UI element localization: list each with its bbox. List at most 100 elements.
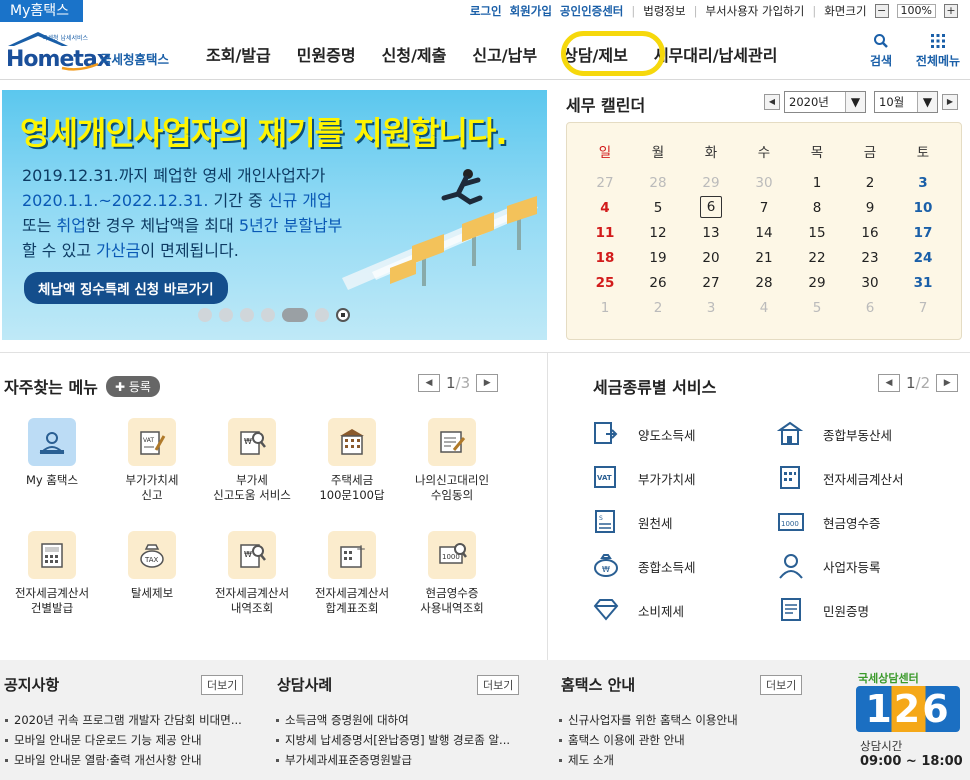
calendar-day[interactable]: 28 xyxy=(744,275,784,291)
slide-pause-button[interactable] xyxy=(336,308,350,322)
tax-service-item[interactable]: 소비제세 xyxy=(592,596,684,624)
calendar-day[interactable]: 20 xyxy=(691,250,731,266)
my-hometax-tab[interactable]: My홈택스 xyxy=(0,0,83,22)
calendar-day[interactable]: 7 xyxy=(903,300,943,316)
calendar-day[interactable]: 26 xyxy=(638,275,678,291)
calendar-day[interactable]: 19 xyxy=(638,250,678,266)
month-select[interactable]: 10월 ▼ xyxy=(874,91,938,113)
tax-service-item[interactable]: 전자세금계산서 xyxy=(777,464,904,492)
zoom-in-button[interactable]: + xyxy=(944,4,958,18)
calendar-day[interactable]: 27 xyxy=(585,175,625,191)
year-select[interactable]: 2020년 ▼ xyxy=(784,91,866,113)
favorite-menu-item[interactable]: 나의신고대리인 수임동의 xyxy=(402,418,502,503)
calendar-day[interactable]: 17 xyxy=(903,225,943,241)
consult-center-126[interactable]: 국세상담센터 126 상담시간 09:00 ~ 18:00 xyxy=(852,668,970,778)
notice-more-button[interactable]: 더보기 xyxy=(201,675,244,695)
login-link[interactable]: 로그인 xyxy=(470,3,502,19)
calendar-day[interactable]: 24 xyxy=(903,250,943,266)
calendar-day[interactable]: 18 xyxy=(585,250,625,266)
zoom-out-button[interactable]: − xyxy=(874,4,889,18)
slide-dot[interactable] xyxy=(198,308,212,322)
calendar-day[interactable]: 2 xyxy=(850,175,890,191)
favorite-menu-item[interactable]: 전자세금계산서 건별발급 xyxy=(2,531,102,616)
calendar-day[interactable]: 7 xyxy=(744,200,784,216)
calendar-day[interactable]: 25 xyxy=(585,275,625,291)
tax-service-item[interactable]: 1000 현금영수증 xyxy=(777,508,881,536)
signup-link[interactable]: 회원가입 xyxy=(510,3,552,19)
notice-item[interactable]: 모바일 안내문 열람·출력 개선사항 안내 xyxy=(4,750,244,770)
calendar-day[interactable]: 14 xyxy=(744,225,784,241)
favorite-menu-item[interactable]: 주택세금 100문100답 xyxy=(302,418,402,503)
notice-item[interactable]: 모바일 안내문 다운로드 기능 제공 안내 xyxy=(4,730,244,750)
favorites-prev-button[interactable]: ◀ xyxy=(418,374,440,392)
search-button[interactable]: 검색 xyxy=(864,33,898,69)
calendar-day[interactable]: 27 xyxy=(691,275,731,291)
all-menu-button[interactable]: 전체메뉴 xyxy=(910,33,966,69)
calendar-day[interactable]: 23 xyxy=(850,250,890,266)
calendar-day[interactable]: 30 xyxy=(744,175,784,191)
promo-banner[interactable]: 영세개인사업자의 재기를 지원합니다. 2019.12.31.까지 폐업한 영세… xyxy=(2,90,547,340)
banner-cta-button[interactable]: 체납액 징수특례 신청 바로가기 xyxy=(24,272,228,304)
consult-item[interactable]: 부가세과세표준증명원발급 xyxy=(275,750,525,770)
favorite-menu-item[interactable]: ₩ 부가세 신고도움 서비스 xyxy=(202,418,302,503)
favorite-menu-item[interactable]: VAT 부가가치세 신고 xyxy=(102,418,202,503)
guide-more-button[interactable]: 더보기 xyxy=(760,675,803,695)
calendar-day[interactable]: 5 xyxy=(797,300,837,316)
tax-service-item[interactable]: VAT 부가가치세 xyxy=(592,464,696,492)
guide-item[interactable]: 제도 소개 xyxy=(558,750,808,770)
tax-service-item[interactable]: 민원증명 xyxy=(777,596,869,624)
nav-report-pay[interactable]: 신고/납부 xyxy=(472,42,537,66)
hometax-logo[interactable]: 국세청 납세서비스 Hometax 국세청홈택스 xyxy=(4,30,184,74)
calendar-day[interactable]: 31 xyxy=(903,275,943,291)
nav-inquiry-issue[interactable]: 조회/발급 xyxy=(206,42,271,66)
favorite-menu-item[interactable]: My 홈택스 xyxy=(2,418,102,488)
slide-dot-active[interactable] xyxy=(282,308,308,322)
calendar-day[interactable]: 4 xyxy=(744,300,784,316)
calendar-day[interactable]: 4 xyxy=(585,200,625,216)
prev-month-button[interactable]: ◀ xyxy=(764,94,780,110)
calendar-day[interactable]: 28 xyxy=(638,175,678,191)
calendar-day[interactable]: 10 xyxy=(903,200,943,216)
tax-service-item[interactable]: ₩ 종합소득세 xyxy=(592,552,696,580)
cert-center-link[interactable]: 공인인증센터 xyxy=(560,3,623,19)
tax-services-next-button[interactable]: ▶ xyxy=(936,374,959,392)
calendar-day[interactable]: 6 xyxy=(691,196,731,218)
guide-item[interactable]: 홈택스 이용에 관한 안내 xyxy=(558,730,808,750)
calendar-day[interactable]: 29 xyxy=(797,275,837,291)
law-info-link[interactable]: 법령정보 xyxy=(643,3,685,19)
favorites-next-button[interactable]: ▶ xyxy=(476,374,499,392)
calendar-day[interactable]: 13 xyxy=(691,225,731,241)
calendar-day[interactable]: 1 xyxy=(585,300,625,316)
next-month-button[interactable]: ▶ xyxy=(942,94,958,110)
calendar-day[interactable]: 21 xyxy=(744,250,784,266)
calendar-day[interactable]: 15 xyxy=(797,225,837,241)
calendar-today[interactable]: 6 xyxy=(700,196,722,218)
calendar-day[interactable]: 22 xyxy=(797,250,837,266)
calendar-day[interactable]: 8 xyxy=(797,200,837,216)
calendar-day[interactable]: 5 xyxy=(638,200,678,216)
calendar-day[interactable]: 2 xyxy=(638,300,678,316)
favorite-menu-item[interactable]: TAX 탈세제보 xyxy=(102,531,202,601)
calendar-day[interactable]: 9 xyxy=(850,200,890,216)
guide-item[interactable]: 신규사업자를 위한 홈택스 이용안내 xyxy=(558,710,808,730)
favorites-register-button[interactable]: ✚ 등록 xyxy=(106,376,160,397)
tax-service-item[interactable]: 종합부동산세 xyxy=(777,420,892,448)
calendar-day[interactable]: 6 xyxy=(850,300,890,316)
slide-dot[interactable] xyxy=(261,308,275,322)
consult-item[interactable]: 지방세 납세증명서[완납증명] 발행 경로좀 알... xyxy=(275,730,525,750)
calendar-day[interactable]: 29 xyxy=(691,175,731,191)
calendar-day[interactable]: 3 xyxy=(903,175,943,191)
consult-item[interactable]: 소득금액 증명원에 대하여 xyxy=(275,710,525,730)
favorite-menu-item[interactable]: 1000 현금영수증 사용내역조회 xyxy=(402,531,502,616)
calendar-day[interactable]: 12 xyxy=(638,225,678,241)
tax-service-item[interactable]: S 원천세 xyxy=(592,508,673,536)
calendar-day[interactable]: 1 xyxy=(797,175,837,191)
slide-dot[interactable] xyxy=(315,308,329,322)
calendar-day[interactable]: 16 xyxy=(850,225,890,241)
nav-apply-submit[interactable]: 신청/제출 xyxy=(382,42,447,66)
slide-dot[interactable] xyxy=(240,308,254,322)
slide-dot[interactable] xyxy=(219,308,233,322)
calendar-day[interactable]: 30 xyxy=(850,275,890,291)
favorite-menu-item[interactable]: + 전자세금계산서 합계표조회 xyxy=(302,531,402,616)
favorite-menu-item[interactable]: ₩ 전자세금계산서 내역조회 xyxy=(202,531,302,616)
